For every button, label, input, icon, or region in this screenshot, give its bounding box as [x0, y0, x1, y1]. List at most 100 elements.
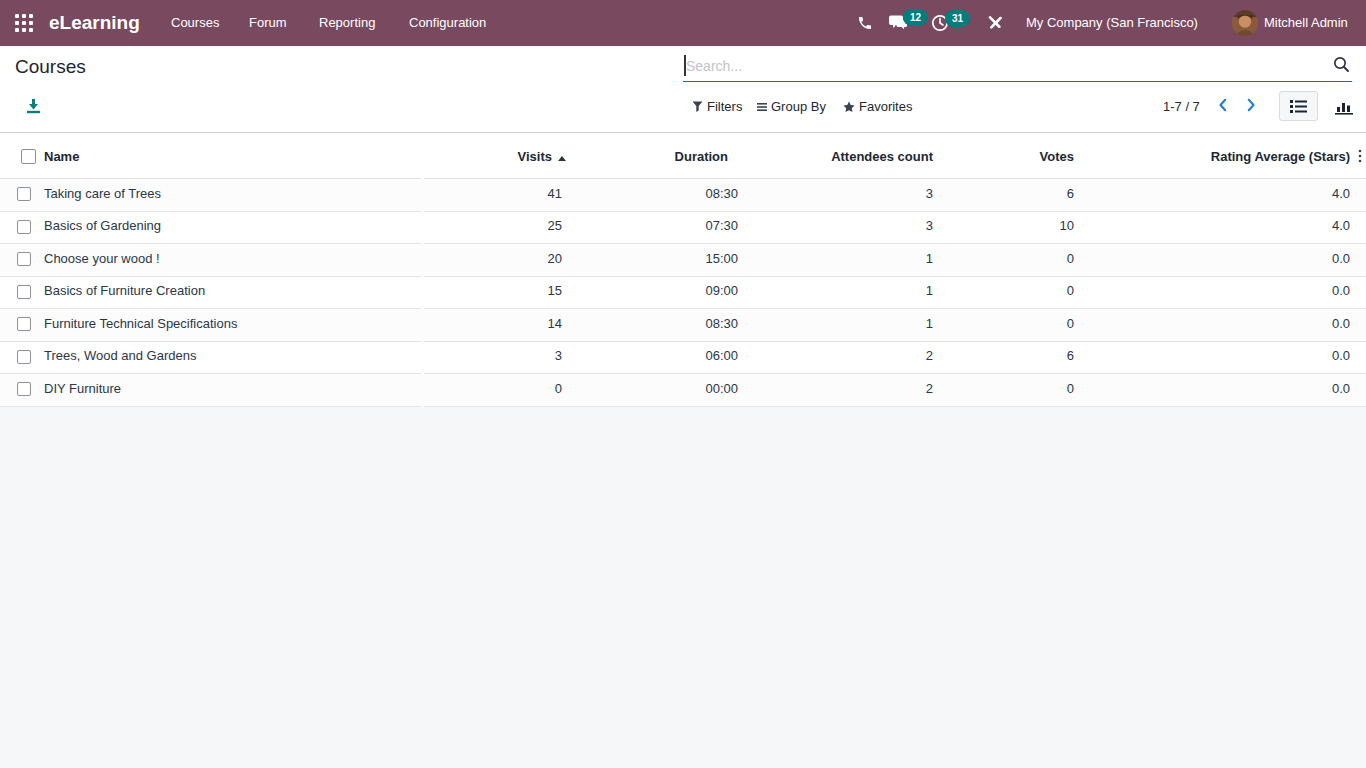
- row-votes: 10: [937, 212, 1078, 245]
- row-checkbox[interactable]: [17, 350, 31, 364]
- app-brand[interactable]: eLearning: [49, 0, 140, 46]
- favorites-button[interactable]: Favorites: [843, 95, 912, 118]
- pager-next-icon[interactable]: [1246, 98, 1256, 112]
- row-duration: 09:00: [566, 277, 742, 310]
- column-header-attendees[interactable]: Attendees count: [742, 133, 937, 179]
- optional-columns-toggle[interactable]: [1354, 133, 1366, 179]
- row-rating: 0.0: [1078, 277, 1354, 310]
- row-attendees: 1: [742, 309, 937, 342]
- row-votes: 6: [937, 179, 1078, 212]
- row-visits: 41: [424, 179, 566, 212]
- table-row[interactable]: Basics of Gardening2507:303104.0: [0, 212, 1366, 245]
- column-header-duration[interactable]: Duration: [566, 133, 742, 179]
- row-visits: 15: [424, 277, 566, 310]
- row-checkbox-cell: [0, 179, 40, 212]
- row-votes: 6: [937, 342, 1078, 375]
- chart-view-button[interactable]: [1330, 91, 1358, 121]
- filter-icon: [692, 101, 703, 113]
- column-header-visits[interactable]: Visits: [424, 133, 566, 179]
- row-trailing-cell: [1354, 244, 1366, 277]
- pager-prev-icon[interactable]: [1218, 98, 1228, 112]
- row-votes: 0: [937, 244, 1078, 277]
- table-header-row: Name Visits Duration Attendees count Vot…: [0, 133, 1366, 179]
- row-trailing-cell: [1354, 277, 1366, 310]
- row-checkbox[interactable]: [17, 252, 31, 266]
- row-rating: 4.0: [1078, 212, 1354, 245]
- row-checkbox[interactable]: [17, 220, 31, 234]
- row-attendees: 2: [742, 374, 937, 407]
- row-checkbox-cell: [0, 277, 40, 310]
- nav-menu-forum[interactable]: Forum: [249, 0, 287, 46]
- messages-badge[interactable]: 12: [903, 9, 928, 26]
- export-download-icon[interactable]: [26, 98, 41, 114]
- tools-icon[interactable]: [988, 16, 1002, 30]
- groupby-button[interactable]: Group By: [757, 95, 826, 118]
- row-duration: 06:00: [566, 342, 742, 375]
- row-attendees: 2: [742, 342, 937, 375]
- nav-menu-configuration[interactable]: Configuration: [409, 0, 486, 46]
- table-row[interactable]: Trees, Wood and Gardens306:00260.0: [0, 342, 1366, 375]
- row-trailing-cell: [1354, 179, 1366, 212]
- row-duration: 15:00: [566, 244, 742, 277]
- row-duration: 08:30: [566, 309, 742, 342]
- nav-menu-reporting[interactable]: Reporting: [319, 0, 375, 46]
- search-input[interactable]: Search...: [683, 51, 1352, 82]
- column-header-name[interactable]: Name: [40, 133, 424, 179]
- company-switcher[interactable]: My Company (San Francisco): [1026, 0, 1198, 46]
- list-view: Name Visits Duration Attendees count Vot…: [0, 132, 1366, 407]
- row-checkbox-cell: [0, 309, 40, 342]
- row-trailing-cell: [1354, 309, 1366, 342]
- bars-icon: [757, 102, 767, 112]
- row-name: Trees, Wood and Gardens: [40, 342, 424, 375]
- row-trailing-cell: [1354, 342, 1366, 375]
- row-checkbox-cell: [0, 374, 40, 407]
- avatar-photo: [1232, 10, 1258, 36]
- list-view-icon: [1290, 99, 1307, 114]
- row-attendees: 3: [742, 212, 937, 245]
- filters-button[interactable]: Filters: [692, 95, 742, 118]
- activities-badge[interactable]: 31: [945, 10, 970, 27]
- row-visits: 14: [424, 309, 566, 342]
- chart-view-icon: [1334, 98, 1354, 115]
- top-navbar: eLearning Courses Forum Reporting Config…: [0, 0, 1366, 46]
- row-trailing-cell: [1354, 374, 1366, 407]
- row-duration: 07:30: [566, 212, 742, 245]
- apps-menu-icon[interactable]: [15, 14, 33, 32]
- row-attendees: 1: [742, 277, 937, 310]
- row-checkbox[interactable]: [17, 285, 31, 299]
- ellipsis-icon: [1358, 149, 1362, 163]
- select-all-checkbox[interactable]: [21, 149, 36, 164]
- nav-menu-courses[interactable]: Courses: [171, 0, 219, 46]
- table-row[interactable]: Taking care of Trees4108:30364.0: [0, 179, 1366, 212]
- row-trailing-cell: [1354, 212, 1366, 245]
- column-header-rating[interactable]: Rating Average (Stars): [1078, 133, 1354, 179]
- row-name: Basics of Gardening: [40, 212, 424, 245]
- row-rating: 0.0: [1078, 309, 1354, 342]
- table-row[interactable]: Choose your wood !2015:00100.0: [0, 244, 1366, 277]
- row-name: Taking care of Trees: [40, 179, 424, 212]
- row-checkbox[interactable]: [17, 382, 31, 396]
- row-rating: 0.0: [1078, 374, 1354, 407]
- table-row[interactable]: Basics of Furniture Creation1509:00100.0: [0, 277, 1366, 310]
- row-rating: 0.0: [1078, 342, 1354, 375]
- user-name[interactable]: Mitchell Admin: [1264, 0, 1348, 46]
- row-checkbox[interactable]: [17, 187, 31, 201]
- list-view-button[interactable]: [1279, 91, 1318, 121]
- row-duration: 08:30: [566, 179, 742, 212]
- row-name: Furniture Technical Specifications: [40, 309, 424, 342]
- row-name: DIY Furniture: [40, 374, 424, 407]
- row-checkbox-cell: [0, 244, 40, 277]
- table-row[interactable]: DIY Furniture000:00200.0: [0, 374, 1366, 407]
- phone-icon[interactable]: [857, 15, 873, 31]
- column-header-votes[interactable]: Votes: [937, 133, 1078, 179]
- pager-range[interactable]: 1-7 / 7: [1163, 95, 1200, 118]
- search-icon[interactable]: [1333, 56, 1350, 73]
- row-checkbox-cell: [0, 212, 40, 245]
- page-title: Courses: [15, 56, 86, 78]
- user-avatar[interactable]: [1232, 10, 1258, 36]
- row-rating: 4.0: [1078, 179, 1354, 212]
- table-row[interactable]: Furniture Technical Specifications1408:3…: [0, 309, 1366, 342]
- row-checkbox[interactable]: [17, 317, 31, 331]
- row-name: Basics of Furniture Creation: [40, 277, 424, 310]
- row-votes: 0: [937, 309, 1078, 342]
